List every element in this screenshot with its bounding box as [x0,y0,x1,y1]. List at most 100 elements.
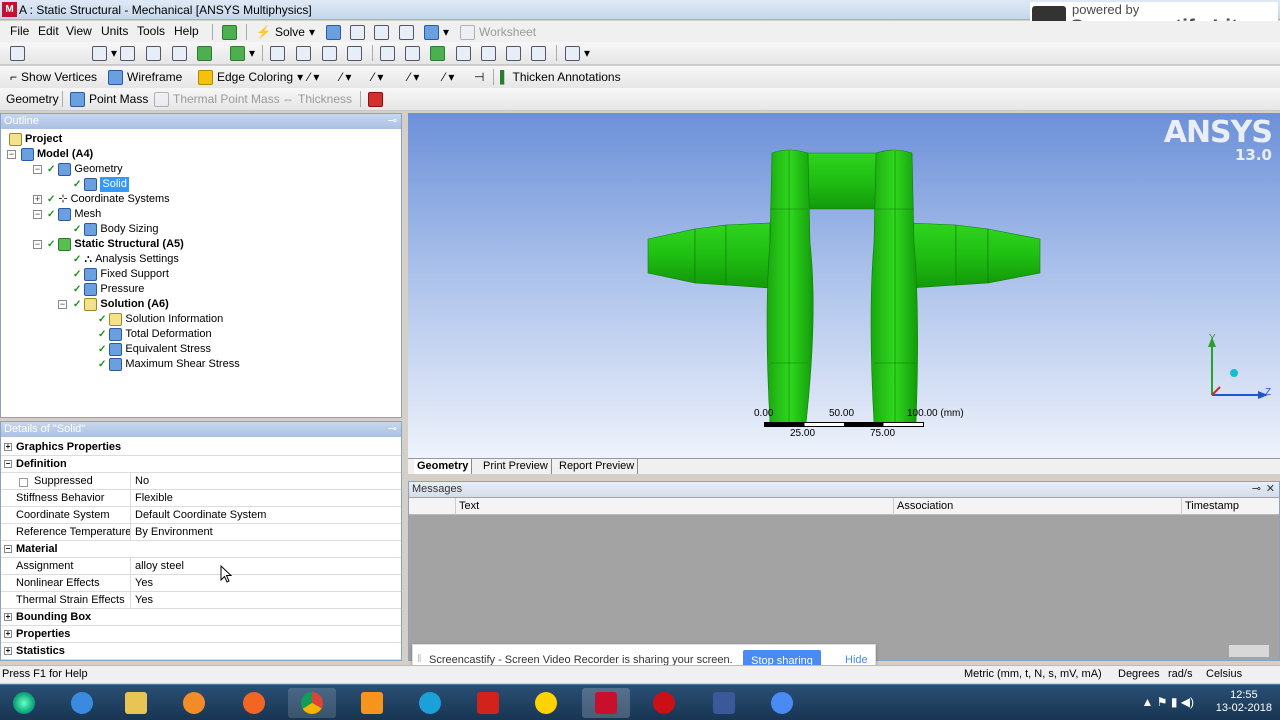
text-button[interactable] [399,22,414,42]
collapse-toggle[interactable]: − [7,150,16,159]
tree-item-body-sizing[interactable]: ✓ Body Sizing [73,222,158,237]
next-view-button[interactable] [506,43,521,63]
property-value[interactable]: No [135,473,149,490]
details-group-graphics-properties[interactable]: + Graphics Properties [1,439,401,456]
details-row-coordinate-system[interactable]: Coordinate System Default Coordinate Syst… [1,507,401,524]
status-angle-units[interactable]: Degrees [1118,666,1160,683]
tree-item-coordinate-systems[interactable]: ✓ ⊹ Coordinate Systems [47,192,170,207]
details-row-assignment[interactable]: Assignment alloy steel [1,558,401,575]
taskbar-mechanical[interactable] [582,688,630,718]
property-value[interactable]: alloy steel [135,558,184,575]
tree-item-solution-information[interactable]: ✓ Solution Information [98,312,223,327]
taskbar-pdf-reader[interactable] [464,688,512,718]
details-group-statistics[interactable]: + Statistics [1,643,401,660]
graphics-viewport[interactable]: ANSYS 13.0 0.00 50.00 100.00 (mm) 25.00 … [408,113,1280,458]
edge-coloring-button[interactable]: Edge Coloring ▾ [198,67,303,87]
tray-icons[interactable]: ▲ ⚑ ▮ ◀) [1142,695,1194,709]
taskbar-firefox[interactable] [230,688,278,718]
taskbar-opera[interactable] [640,688,688,718]
collapse-toggle[interactable]: − [4,545,12,553]
details-row-suppressed[interactable]: Suppressed No [1,473,401,490]
system-tray-clock[interactable]: 12:55 13-02-2018 [1216,689,1272,715]
tree-item-model[interactable]: Model (A4) [21,147,93,162]
taskbar-chrome[interactable] [288,688,336,718]
wireframe-button[interactable]: Wireframe [108,67,182,87]
pan-button[interactable] [296,43,311,63]
taskbar-search-app[interactable] [348,688,396,718]
details-group-properties[interactable]: + Properties [1,626,401,643]
column-association[interactable]: Association [893,498,1181,515]
menu-file[interactable]: File [10,24,29,38]
taskbar-file-explorer[interactable] [112,688,160,718]
viewport-layout-button[interactable]: ▾ [565,43,590,63]
status-rotational-units[interactable]: rad/s [1168,666,1192,683]
column-timestamp[interactable]: Timestamp [1181,498,1279,515]
taskbar-email[interactable] [406,688,454,718]
magnifier-button[interactable] [430,43,445,63]
property-value[interactable]: Default Coordinate System [135,507,266,524]
tree-item-solid[interactable]: ✓ Solid [73,177,129,192]
print-button[interactable] [531,43,546,63]
select-mode-button[interactable] [10,43,25,63]
mechanical-app-icon[interactable]: M [2,2,17,17]
edge-display-button-1[interactable]: ⁄ ▾ [308,67,319,87]
pin-icon[interactable]: ⊸ [388,422,397,437]
tree-item-maximum-shear-stress[interactable]: ✓ Maximum Shear Stress [98,357,240,372]
details-row-thermal-strain-effects[interactable]: Thermal Strain Effects Yes [1,592,401,609]
thicken-annotations-button[interactable]: ▌ Thicken Annotations [500,67,621,87]
zoom-out-button[interactable] [456,43,471,63]
tree-item-analysis-settings[interactable]: ✓ ⛬ Analysis Settings [73,252,179,267]
crankshaft-model[interactable] [408,113,1280,458]
column-text[interactable]: Text [455,498,893,515]
taskbar-chromium[interactable] [758,688,806,718]
edge-direction-button[interactable]: ⊣ [474,67,484,87]
menu-view[interactable]: View [66,24,92,38]
expand-toggle[interactable]: + [4,443,12,451]
property-value[interactable]: Yes [135,575,153,592]
scrollbar[interactable] [1229,645,1269,657]
collapse-toggle[interactable]: − [58,300,67,309]
box-zoom-button[interactable] [347,43,362,63]
comment-button[interactable] [374,22,389,42]
menu-units[interactable]: Units [101,24,128,38]
pin-icon[interactable]: ⊸ [1252,482,1261,497]
collapse-toggle[interactable]: − [33,210,42,219]
variable-button[interactable] [350,22,365,42]
previous-view-button[interactable] [481,43,496,63]
tree-item-equivalent-stress[interactable]: ✓ Equivalent Stress [98,342,211,357]
edge-display-button-2[interactable]: ⁄ ▾ [340,67,351,87]
zoom-in-button[interactable] [380,43,395,63]
collapse-toggle[interactable]: − [33,240,42,249]
new-analysis-button[interactable] [326,22,341,42]
pin-icon[interactable]: ⊸ [388,114,397,129]
thickness-button[interactable]: ⇔ Thickness [282,89,352,109]
face-select-button[interactable] [172,43,187,63]
details-row-reference-temperature[interactable]: Reference Temperature By Environment [1,524,401,541]
suppressed-checkbox[interactable] [19,478,28,487]
image-button[interactable]: ▾ [424,22,449,42]
details-row-stiffness-behavior[interactable]: Stiffness Behavior Flexible [1,490,401,507]
taskbar-internet-explorer[interactable] [58,688,106,718]
tab-geometry[interactable]: Geometry [414,459,473,474]
close-icon[interactable]: ✕ [1266,482,1275,497]
tree-item-mesh[interactable]: ✓ Mesh [47,207,101,222]
tree-item-project[interactable]: Project [9,132,62,147]
property-value[interactable]: By Environment [135,524,213,541]
worksheet-button[interactable]: Worksheet [460,22,536,42]
imprint-button[interactable] [368,89,383,109]
tree-item-geometry[interactable]: ✓ Geometry [47,162,123,177]
extend-button[interactable]: ▾ [230,43,255,63]
expand-toggle[interactable]: + [33,195,42,204]
edge-display-button-3[interactable]: ⁄ ▾ [372,67,383,87]
menu-tools[interactable]: Tools [137,24,165,38]
tab-report-preview[interactable]: Report Preview [556,459,639,474]
tree-item-static-structural[interactable]: ✓ Static Structural (A5) [47,237,184,252]
taskbar-facebook[interactable] [700,688,748,718]
details-group-definition[interactable]: − Definition [1,456,401,473]
start-button[interactable] [0,688,48,718]
vertex-select-button[interactable] [120,43,135,63]
check-button[interactable] [222,22,237,42]
status-units[interactable]: Metric (mm, t, N, s, mV, mA) [964,666,1102,683]
rotate-button[interactable] [270,43,285,63]
solve-button[interactable]: ⚡ Solve ▾ [256,22,315,42]
